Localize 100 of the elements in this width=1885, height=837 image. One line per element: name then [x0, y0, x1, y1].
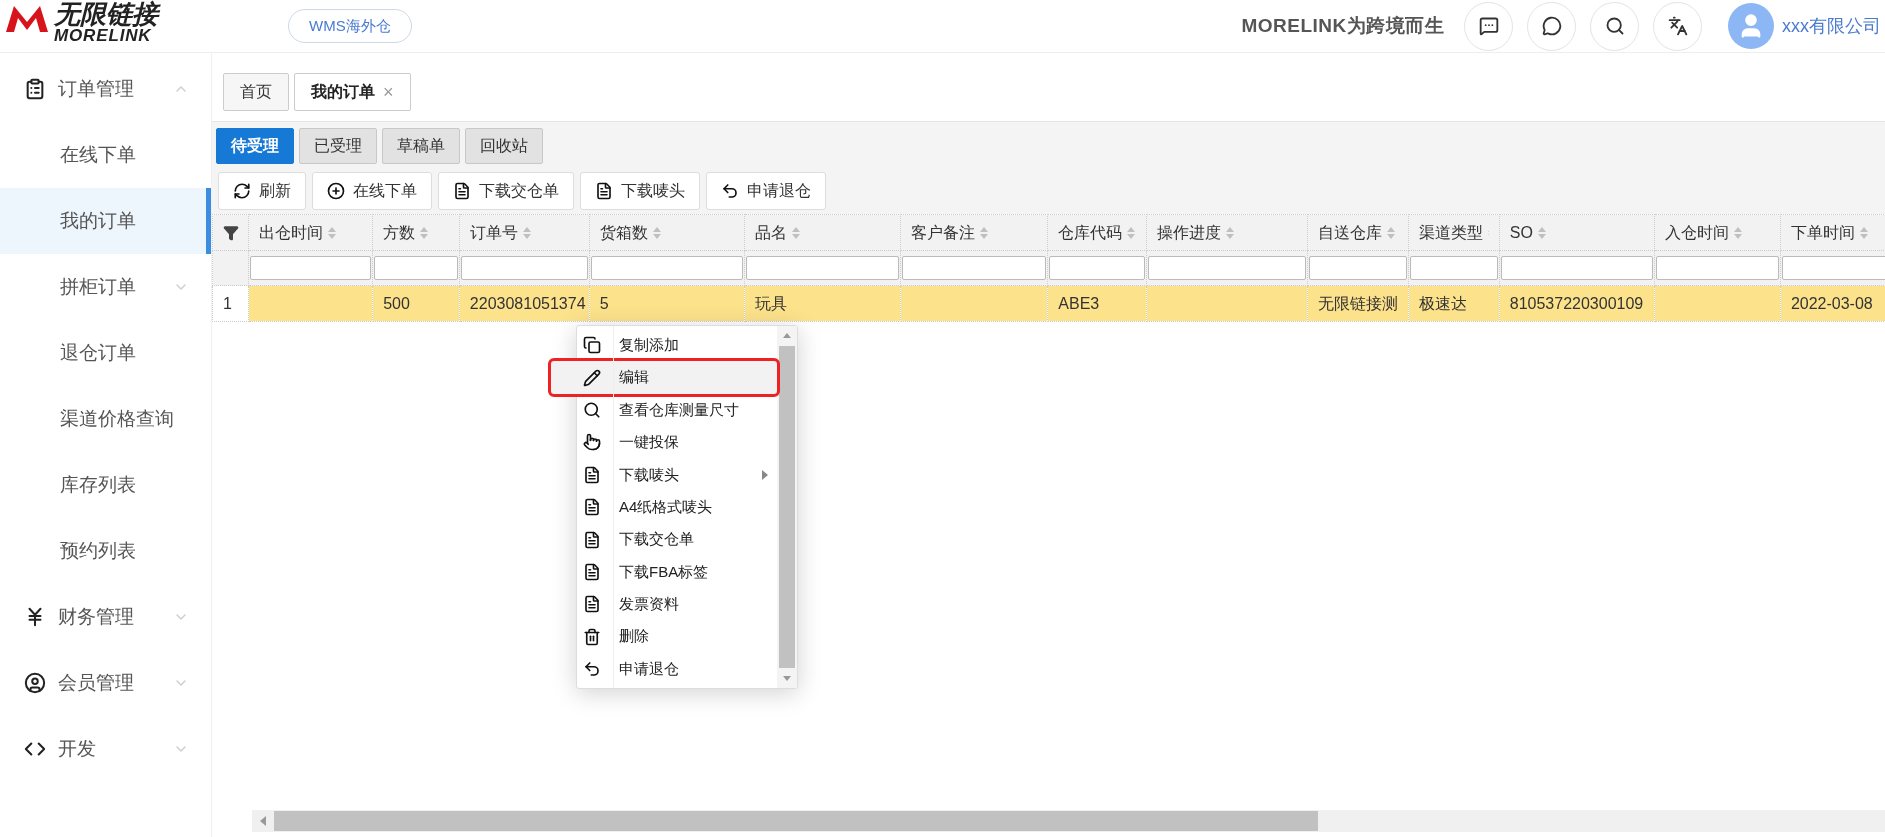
column-filter-field[interactable]: [902, 256, 1047, 280]
context-menu-item[interactable]: 查看仓库测量尺寸: [577, 393, 777, 427]
slogan: MORELINK为跨境而生: [1241, 13, 1444, 38]
toolbar-button[interactable]: 下载交仓单: [438, 171, 574, 210]
sort-icon[interactable]: [1732, 225, 1743, 240]
column-filter-field[interactable]: [1049, 256, 1146, 280]
copy-icon: [583, 336, 601, 355]
user-icon: [24, 672, 46, 694]
column-filter-field[interactable]: [250, 256, 372, 280]
filter-header[interactable]: [212, 214, 249, 251]
page-tab[interactable]: 首页: [223, 73, 289, 111]
status-tab[interactable]: 草稿单: [382, 128, 460, 164]
column-filter-field[interactable]: [374, 256, 458, 280]
column-filter-field[interactable]: [590, 256, 743, 280]
context-menu-item[interactable]: 复制添加: [577, 329, 777, 362]
column-header[interactable]: 方数: [372, 214, 460, 251]
sidebar-item[interactable]: 在线下单: [0, 122, 211, 188]
chat-bubbles-icon: [1541, 16, 1562, 36]
status-tab[interactable]: 回收站: [465, 128, 543, 164]
refresh-icon: [233, 181, 251, 200]
column-filter-field[interactable]: [1148, 256, 1307, 280]
status-tab[interactable]: 已受理: [299, 128, 377, 164]
toolbar-button[interactable]: 在线下单: [312, 171, 432, 210]
sort-icon[interactable]: [1536, 225, 1547, 240]
status-tab[interactable]: 待受理: [216, 128, 294, 164]
horizontal-scrollbar[interactable]: [252, 810, 1885, 832]
pencil-icon: [583, 368, 601, 387]
column-header[interactable]: 仓库代码: [1047, 214, 1147, 251]
context-menu-item[interactable]: 删除: [577, 620, 777, 653]
context-menu-item[interactable]: A4纸格式唛头: [577, 490, 777, 524]
context-menu-item[interactable]: 下载FBA标签: [577, 555, 777, 589]
column-header[interactable]: 品名: [744, 214, 901, 251]
sidebar-item[interactable]: 退仓订单: [0, 320, 211, 386]
sidebar-group[interactable]: 订单管理: [0, 56, 211, 122]
column-header[interactable]: 出仓时间: [248, 214, 373, 251]
reply-arrow-icon: [583, 660, 601, 679]
reply-arrow-icon: [721, 181, 739, 200]
table-cell: 5: [599, 294, 609, 312]
sort-icon[interactable]: [979, 225, 990, 240]
trash-icon: [583, 627, 601, 646]
table-row[interactable]: 1 500 2203081051374 5 玩具 ABE3 无限链接测 极速达 810537220300109 2022-03-08: [212, 285, 1885, 322]
document-icon: [583, 465, 601, 484]
column-header[interactable]: 操作进度: [1146, 214, 1308, 251]
context-menu-item[interactable]: 编辑: [551, 361, 777, 394]
table-cell: 810537220300109: [1509, 294, 1644, 312]
context-menu-item[interactable]: 下载交仓单: [577, 523, 777, 556]
sort-icon[interactable]: [1858, 225, 1869, 240]
document-icon: [583, 498, 601, 517]
column-filter-field[interactable]: [1781, 256, 1885, 280]
sort-icon[interactable]: [327, 225, 338, 240]
toolbar-button[interactable]: 下载唛头: [580, 171, 700, 210]
column-filter-field[interactable]: [746, 256, 900, 280]
context-menu-item[interactable]: 下载唛头: [577, 458, 777, 491]
user-name[interactable]: xxx有限公司: [1782, 12, 1881, 40]
column-header[interactable]: 入仓时间: [1654, 214, 1781, 251]
sidebar-group[interactable]: 会员管理: [0, 650, 211, 716]
translate-icon: [1667, 16, 1688, 36]
context-menu-item[interactable]: 一键投保: [577, 426, 777, 459]
table-cell: 极速达: [1419, 294, 1468, 312]
sort-icon[interactable]: [651, 225, 662, 240]
menu-scrollbar-thumb[interactable]: [779, 346, 795, 669]
context-menu-item[interactable]: 申请退仓: [577, 652, 777, 686]
sidebar-item[interactable]: 预约列表: [0, 518, 211, 584]
sort-icon[interactable]: [1386, 225, 1397, 240]
row-number: 1: [212, 285, 249, 322]
sort-icon[interactable]: [1225, 225, 1236, 240]
column-filter-field[interactable]: [1410, 256, 1498, 280]
column-header[interactable]: 下单时间: [1780, 214, 1885, 251]
sidebar-group-label: 开发: [58, 736, 97, 761]
sidebar-group[interactable]: 开发: [0, 716, 211, 782]
page-tab[interactable]: 我的订单 ×: [294, 73, 411, 111]
column-header[interactable]: 渠道类型: [1408, 214, 1500, 251]
filter-icon: [222, 224, 239, 241]
sidebar-item[interactable]: 库存列表: [0, 452, 211, 518]
menu-scrollbar[interactable]: [777, 326, 797, 689]
toolbar-button[interactable]: 刷新: [218, 171, 306, 210]
column-header[interactable]: 货箱数: [589, 214, 745, 251]
sidebar-group-label: 财务管理: [58, 604, 135, 629]
user-avatar[interactable]: [1728, 3, 1774, 49]
sort-icon[interactable]: [1126, 225, 1137, 240]
sidebar-group[interactable]: 财务管理: [0, 584, 211, 650]
sort-icon[interactable]: [791, 225, 801, 240]
column-header[interactable]: 客户备注: [900, 214, 1048, 251]
column-filter-field[interactable]: [460, 256, 588, 280]
logo-icon: [4, 4, 50, 34]
sort-icon[interactable]: [521, 225, 532, 240]
sidebar-item[interactable]: 渠道价格查询: [0, 386, 211, 452]
chat-icon: [1478, 16, 1499, 36]
column-header[interactable]: SO: [1499, 214, 1655, 251]
column-filter-field[interactable]: [1309, 256, 1408, 280]
toolbar-button[interactable]: 申请退仓: [706, 171, 826, 210]
sort-icon[interactable]: [419, 225, 430, 240]
column-filter-field[interactable]: [1500, 256, 1653, 280]
sidebar-item[interactable]: 拼柜订单: [0, 254, 211, 320]
column-header[interactable]: 自送仓库: [1307, 214, 1409, 251]
scrollbar-thumb[interactable]: [274, 811, 1318, 831]
column-header[interactable]: 订单号: [459, 214, 590, 251]
sidebar-item[interactable]: 我的订单: [0, 188, 211, 254]
column-filter-field[interactable]: [1655, 256, 1779, 280]
context-menu-item[interactable]: 发票资料: [577, 588, 777, 621]
